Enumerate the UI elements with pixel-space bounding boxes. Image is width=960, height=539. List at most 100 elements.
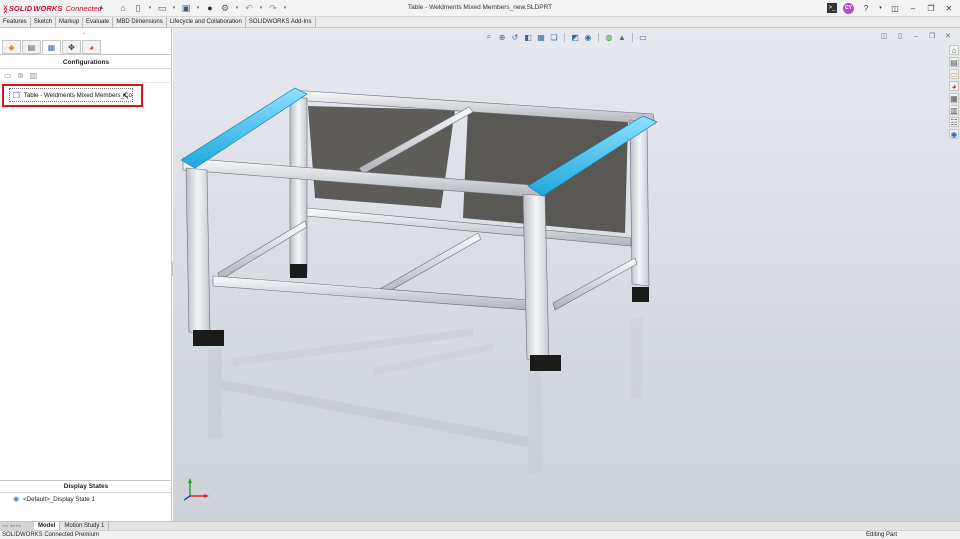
title-bar: ᛝ SOLID WORKS Connected ▸ ⌂ ▯ ▾ ▭ ▾ ▣ ▾ ●…: [0, 0, 960, 17]
redo-dropdown-icon[interactable]: ▾: [282, 2, 288, 14]
command-manager-tabs: Features Sketch Markup Evaluate MBD Dime…: [0, 17, 960, 28]
front-right-leg: [522, 193, 550, 362]
traffic-light-icon[interactable]: ●: [204, 2, 216, 14]
help-icon[interactable]: ?: [860, 2, 872, 14]
add-configuration-icon[interactable]: ▭: [3, 71, 12, 80]
divider: [0, 54, 172, 55]
foot-cap: [632, 287, 649, 302]
tab-features[interactable]: Features: [0, 17, 31, 28]
tab-solidworks-add-ins[interactable]: SOLIDWORKS Add-Ins: [246, 17, 316, 28]
open-dropdown-icon[interactable]: ▾: [171, 2, 177, 14]
divider: [632, 32, 633, 42]
save-icon[interactable]: ▣: [180, 2, 192, 14]
lower-middle-stretcher: [377, 232, 482, 297]
forum-icon[interactable]: ☷: [949, 117, 959, 127]
tab-markup[interactable]: Markup: [56, 17, 84, 28]
panel-grip-icon[interactable]: •: [83, 31, 87, 37]
display-manager-tab-icon[interactable]: ◕: [82, 40, 101, 54]
help-dropdown-icon[interactable]: ▾: [878, 2, 883, 14]
close-icon[interactable]: ✕: [943, 2, 955, 14]
layout-icon[interactable]: ▯: [896, 32, 904, 40]
tab-evaluate[interactable]: Evaluate: [83, 17, 114, 28]
command-prompt-icon[interactable]: >_: [827, 3, 837, 13]
display-state-item[interactable]: ◉ <Default>_Display State 1: [12, 494, 95, 504]
home-icon[interactable]: ⌂: [117, 2, 129, 14]
divider: [0, 480, 172, 481]
window-controls: >_ CY ? ▾ ◫ – ❐ ✕: [827, 2, 955, 14]
tab-mbd-dimensions[interactable]: MBD Dimensions: [113, 17, 167, 28]
apply-scene-icon[interactable]: ▲: [617, 32, 627, 42]
undo-icon[interactable]: ↶: [243, 2, 255, 14]
design-table-icon[interactable]: ▥: [29, 71, 38, 80]
minimize-icon[interactable]: –: [912, 32, 920, 40]
configuration-item-label: Table - Weldments Mixed Members_Con: [23, 91, 132, 99]
view-orientation-icon[interactable]: ❏: [549, 32, 559, 42]
graphics-area[interactable]: ⌕ ⊕ ↺ ◧ ▦ ❏ ◩ ◉ ◍ ▲ ▭ ◫ ▯ – ❐ ✕ ⌂ ▤ ▭ ◕ …: [173, 28, 960, 521]
divider: [598, 32, 599, 42]
front-left-leg: [185, 167, 211, 335]
tile-icon[interactable]: ◫: [880, 32, 888, 40]
previous-view-icon[interactable]: ↺: [510, 32, 520, 42]
save-dropdown-icon[interactable]: ▾: [195, 2, 201, 14]
minimize-icon[interactable]: –: [907, 2, 919, 14]
section-view-icon[interactable]: ◧: [523, 32, 533, 42]
dimxpert-manager-tab-icon[interactable]: ✥: [62, 40, 81, 54]
view-palette-icon[interactable]: ▥: [949, 105, 959, 115]
file-explorer-icon[interactable]: ▭: [949, 69, 959, 79]
undo-dropdown-icon[interactable]: ▾: [258, 2, 264, 14]
part-configuration-icon: ❒: [12, 90, 20, 100]
configuration-manager-panel: • ◆ ▤ ▦ ✥ ◕ Configurations ▭ ⊛ ▥ ❒ Table…: [0, 28, 172, 521]
menu-expand-icon[interactable]: ▸: [100, 4, 104, 12]
dynamic-annotation-icon[interactable]: ▦: [536, 32, 546, 42]
close-icon[interactable]: ✕: [944, 32, 952, 40]
mouse-cursor-icon: ↖: [122, 91, 130, 101]
feature-manager-tab-icon[interactable]: ◆: [2, 40, 21, 54]
ds-logo-icon: ᛝ: [3, 3, 8, 14]
lower-front-stretcher: [212, 275, 529, 311]
brand-prefix: SOLID: [8, 4, 33, 13]
display-style-icon[interactable]: ◩: [570, 32, 580, 42]
3dexperience-icon[interactable]: ◉: [949, 129, 959, 139]
options-icon[interactable]: ⚙: [219, 2, 231, 14]
appearances-icon[interactable]: ◕: [949, 81, 959, 91]
user-avatar[interactable]: CY: [843, 2, 854, 14]
design-library-icon[interactable]: ▤: [949, 57, 959, 67]
restore-icon[interactable]: ❐: [925, 2, 937, 14]
hide-show-items-icon[interactable]: ◉: [583, 32, 593, 42]
selected-left-side-member[interactable]: [180, 87, 308, 169]
layout-icon[interactable]: ◫: [889, 2, 901, 14]
property-manager-tab-icon[interactable]: ▤: [22, 40, 41, 54]
restore-icon[interactable]: ❐: [928, 32, 936, 40]
solidworks-logo[interactable]: ᛝ SOLID WORKS Connected: [3, 3, 102, 14]
brand-connected: Connected: [65, 4, 102, 13]
reference-triad-icon: [183, 478, 209, 501]
view-settings-icon[interactable]: ▭: [638, 32, 648, 42]
lower-right-stretcher: [552, 257, 638, 311]
brand-suffix: WORKS: [33, 4, 63, 13]
open-icon[interactable]: ▭: [156, 2, 168, 14]
redo-icon[interactable]: ↷: [267, 2, 279, 14]
new-dropdown-icon[interactable]: ▾: [147, 2, 153, 14]
divider: [0, 82, 172, 83]
solidworks-resources-icon[interactable]: ⌂: [949, 45, 959, 55]
display-state-label: <Default>_Display State 1: [23, 495, 95, 503]
configuration-item[interactable]: ❒ Table - Weldments Mixed Members_Con: [9, 88, 133, 102]
configuration-publisher-icon[interactable]: ⊛: [16, 71, 25, 80]
display-state-icon: ◉: [12, 496, 20, 503]
zoom-to-area-icon[interactable]: ⊕: [497, 32, 507, 42]
tab-sketch[interactable]: Sketch: [31, 17, 57, 28]
divider: [564, 32, 565, 42]
divider: [0, 492, 172, 493]
display-states-title: Display States: [63, 483, 109, 490]
weldment-table-model[interactable]: [173, 28, 960, 521]
options-dropdown-icon[interactable]: ▾: [234, 2, 240, 14]
foot-cap: [290, 264, 307, 278]
configuration-manager-tab-icon[interactable]: ▦: [42, 40, 61, 54]
configuration-toolbar: ▭ ⊛ ▥: [3, 71, 38, 80]
zoom-to-fit-icon[interactable]: ⌕: [484, 32, 494, 42]
tab-lifecycle-collaboration[interactable]: Lifecycle and Collaboration: [167, 17, 246, 28]
new-document-icon[interactable]: ▯: [132, 2, 144, 14]
status-product: SOLIDWORKS Connected Premium: [2, 532, 100, 538]
custom-properties-icon[interactable]: ▦: [949, 93, 959, 103]
edit-appearance-icon[interactable]: ◍: [604, 32, 614, 42]
